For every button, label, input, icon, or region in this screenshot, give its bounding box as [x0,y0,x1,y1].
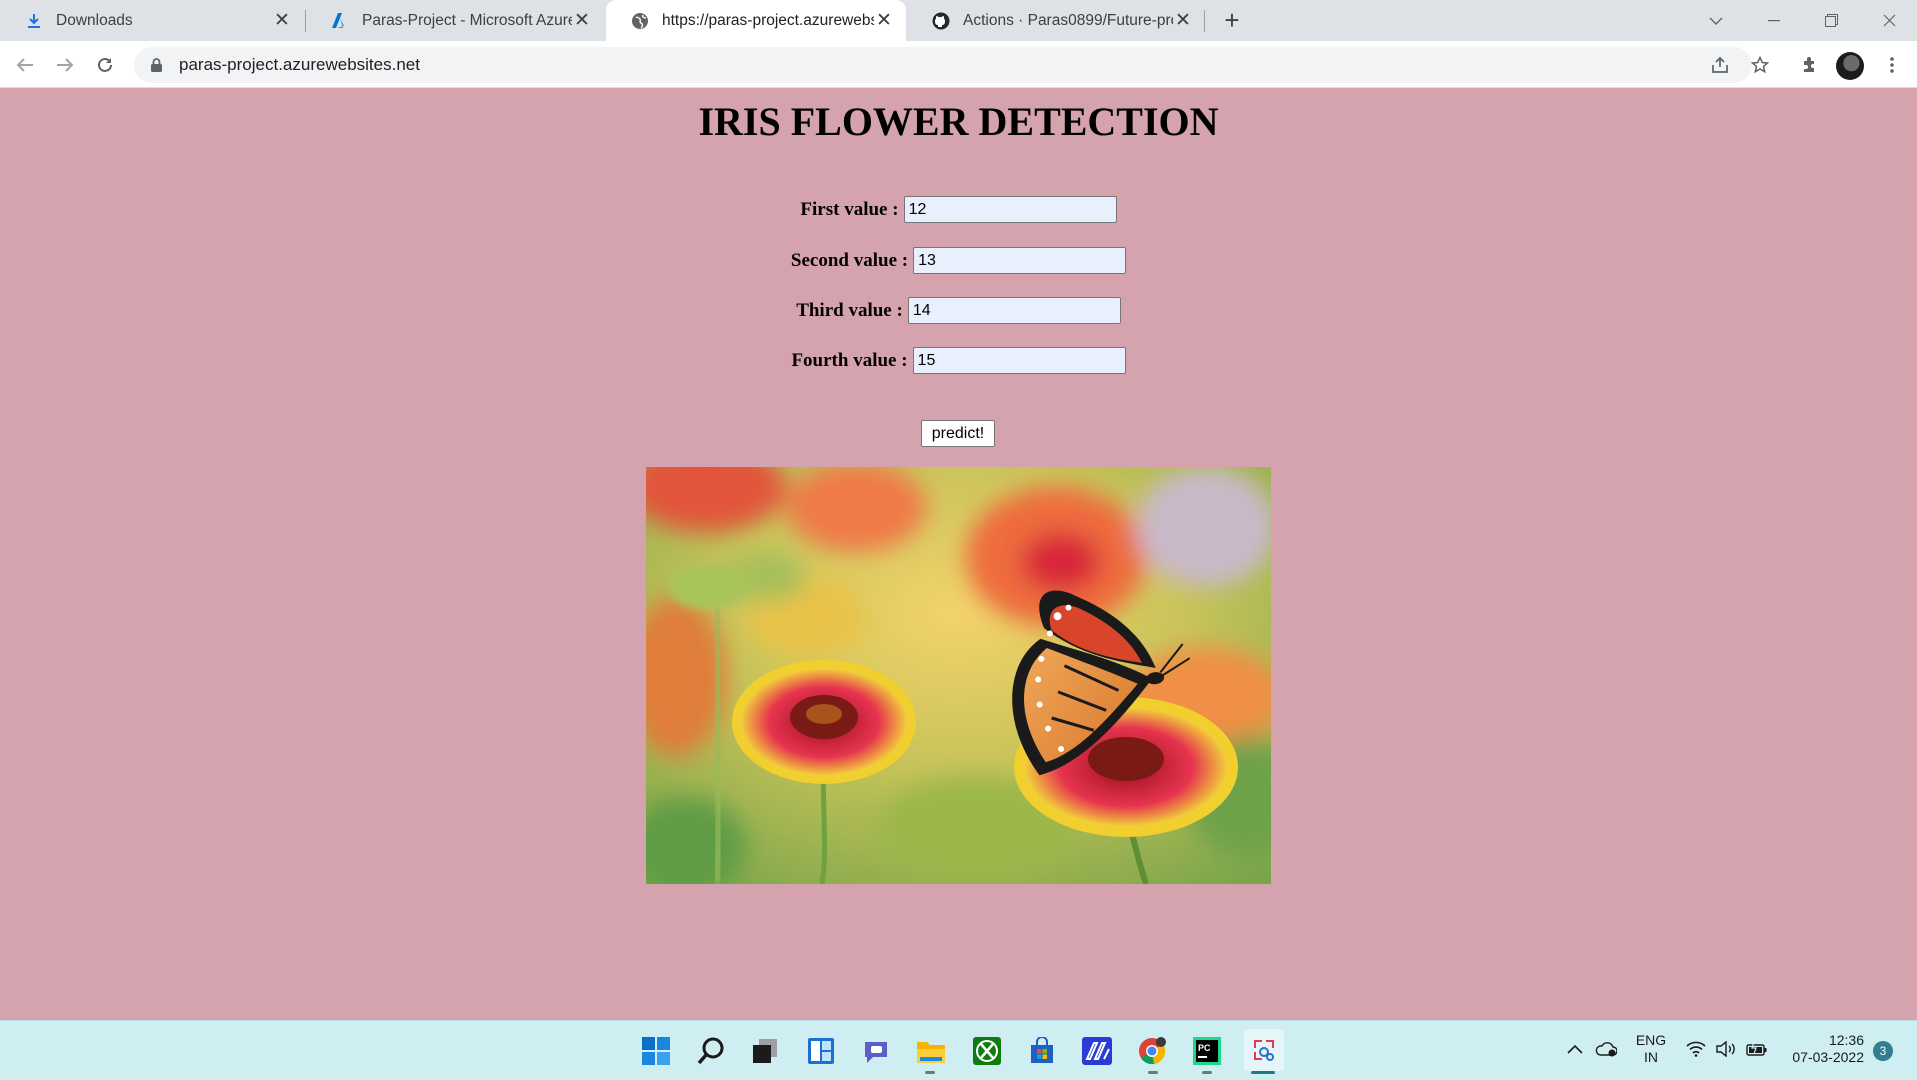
fourth-value-row: Fourth value : [0,347,1917,374]
xbox-icon[interactable] [971,1035,1003,1067]
kebab-menu-icon [1890,57,1894,73]
store-icon[interactable] [1026,1035,1058,1067]
language-indicator[interactable]: ENG IN [1627,1032,1675,1066]
wifi-icon[interactable] [1684,1037,1708,1061]
tab-strip: Downloads ✕ Paras-Project - Microsoft Az… [0,0,1917,41]
forward-button[interactable] [48,48,82,82]
arrow-left-icon [16,58,33,72]
chevron-up-icon[interactable] [1563,1037,1587,1061]
file-explorer-icon[interactable] [915,1035,947,1067]
tab-separator [1204,10,1205,32]
running-indicator [1202,1071,1212,1074]
lock-icon [148,57,164,73]
running-indicator [1148,1071,1158,1074]
back-button[interactable] [8,48,42,82]
minimize-icon [1768,19,1780,21]
browser-toolbar: paras-project.azurewebsites.net [0,41,1917,88]
tab-title: Paras-Project - Microsoft Azure [362,11,572,29]
svg-text:PC: PC [1198,1043,1211,1053]
third-value-row: Third value : [0,297,1917,324]
arrow-right-icon [57,58,74,72]
teams-chat-icon[interactable] [860,1035,892,1067]
windows-start-icon[interactable] [640,1035,672,1067]
clock-date: 07-03-2022 [1792,1049,1864,1065]
third-value-input[interactable] [907,297,1121,324]
share-button[interactable] [1703,48,1737,82]
tab-downloads[interactable]: Downloads ✕ [0,0,304,41]
close-icon[interactable]: ✕ [572,10,592,31]
share-icon [1712,56,1728,73]
language-code: ENG [1635,1032,1667,1048]
taskbar: PC ENG IN 12:36 07-03-2022 [0,1020,1917,1080]
restore-icon [1824,14,1838,27]
running-indicator [925,1071,935,1074]
web-page: IRIS FLOWER DETECTION First value : Seco… [0,88,1917,1020]
snipping-tool-icon[interactable] [1244,1029,1284,1071]
clock[interactable]: 12:36 07-03-2022 [1780,1032,1872,1066]
azure-icon [330,11,350,31]
volume-icon[interactable] [1715,1037,1739,1061]
tab-title: Actions · Paras0899/Future-proje [963,11,1173,29]
close-window-button[interactable] [1861,0,1917,41]
chevron-down-icon [1709,17,1723,25]
tab-search-button[interactable] [1688,0,1744,41]
tab-title: Downloads [56,11,133,29]
new-tab-button[interactable]: + [1218,5,1246,35]
github-icon [931,11,951,31]
url-text: paras-project.azurewebsites.net [179,55,420,74]
region-code: IN [1644,1049,1658,1065]
task-view-icon[interactable] [749,1035,781,1067]
flower-butterfly-image [646,467,1271,884]
close-icon[interactable]: ✕ [272,10,292,31]
predict-button[interactable]: predict! [921,420,995,447]
second-value-row: Second value : [0,247,1917,274]
battery-icon[interactable] [1745,1037,1769,1061]
close-icon[interactable]: ✕ [874,10,894,31]
first-value-row: First value : [0,196,1917,223]
search-icon[interactable] [695,1035,727,1067]
pycharm-icon[interactable]: PC [1191,1035,1223,1067]
first-value-input[interactable] [903,196,1117,223]
widgets-icon[interactable] [805,1035,837,1067]
tab-paras-project[interactable]: https://paras-project.azurewebsit ✕ [606,0,906,41]
reload-icon [98,57,112,72]
close-icon [1883,14,1895,27]
active-indicator [1251,1071,1275,1074]
restore-button[interactable] [1803,0,1859,41]
onedrive-icon[interactable] [1594,1037,1618,1061]
extensions-button[interactable] [1793,48,1827,82]
avatar[interactable] [1836,52,1864,80]
puzzle-icon [1804,57,1814,72]
globe-icon [630,11,650,31]
minimize-button[interactable] [1746,0,1802,41]
notification-badge[interactable]: 3 [1873,1041,1893,1061]
star-icon [1751,56,1769,74]
second-value-label: Second value : [790,249,909,271]
reload-button[interactable] [88,48,122,82]
clock-time: 12:36 [1828,1032,1864,1048]
close-icon[interactable]: ✕ [1173,10,1193,31]
bookmark-button[interactable] [1743,48,1777,82]
address-bar[interactable]: paras-project.azurewebsites.net [134,47,1752,83]
menu-button[interactable] [1875,48,1909,82]
tab-github-actions[interactable]: Actions · Paras0899/Future-proje ✕ [907,0,1205,41]
second-value-input[interactable] [913,247,1127,274]
fourth-value-input[interactable] [912,347,1126,374]
page-title: IRIS FLOWER DETECTION [698,99,1219,144]
first-value-label: First value : [800,198,899,220]
tab-title: https://paras-project.azurewebsit [662,11,874,29]
chrome-icon[interactable] [1136,1035,1168,1067]
tab-azure[interactable]: Paras-Project - Microsoft Azure ✕ [306,0,604,41]
vscode-like-icon[interactable] [1081,1035,1113,1067]
fourth-value-label: Fourth value : [791,349,908,371]
download-icon [24,11,44,31]
third-value-label: Third value : [796,299,903,321]
